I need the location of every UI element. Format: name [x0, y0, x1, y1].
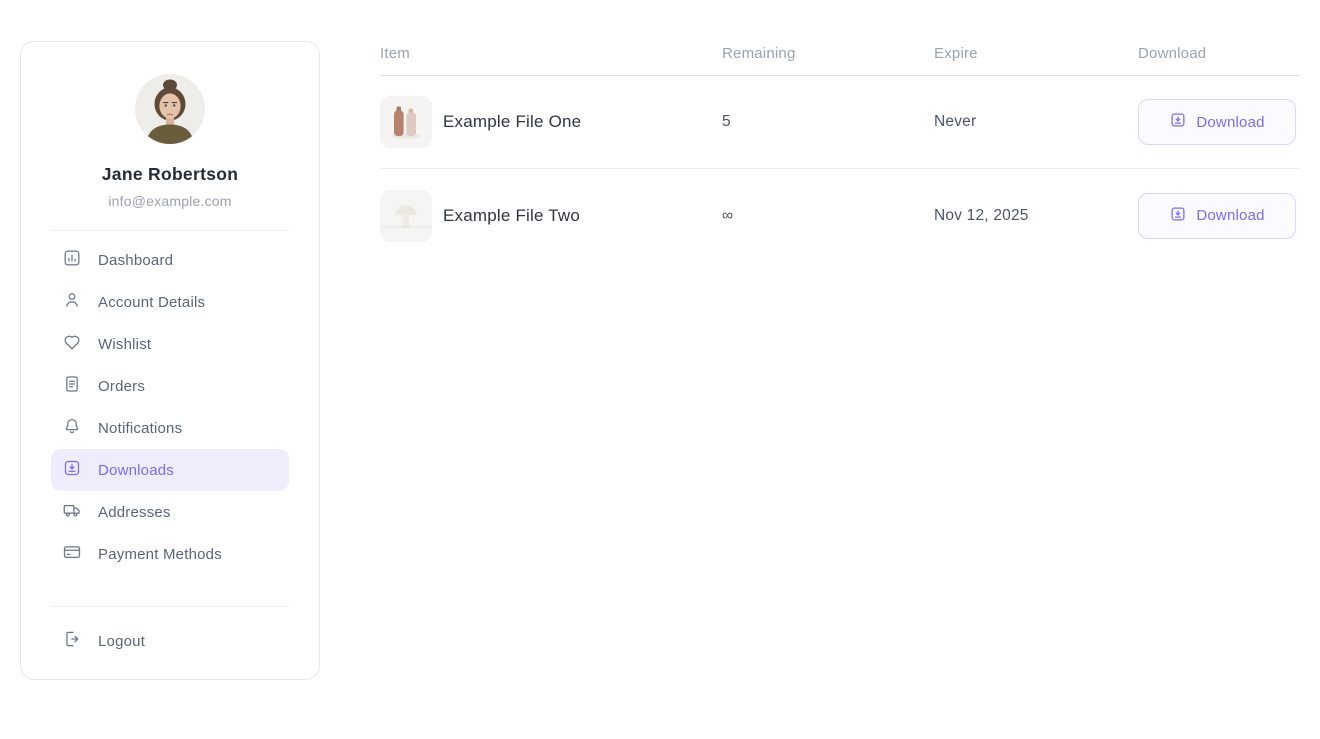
heart-icon	[62, 332, 82, 356]
bell-icon	[62, 416, 82, 440]
logout-button[interactable]: Logout	[51, 620, 289, 662]
sidebar-item-label: Notifications	[98, 420, 182, 437]
sidebar-item-dashboard[interactable]: Dashboard	[51, 239, 289, 281]
sidebar-item-label: Payment Methods	[98, 546, 222, 563]
credit-card-icon	[62, 542, 82, 566]
sidebar-item-downloads[interactable]: Downloads	[51, 449, 289, 491]
sidebar-item-wishlist[interactable]: Wishlist	[51, 323, 289, 365]
download-button-label: Download	[1196, 207, 1264, 224]
logout-icon	[62, 629, 82, 653]
expire-value: Nov 12, 2025	[934, 207, 1138, 225]
column-header-remaining: Remaining	[722, 45, 934, 62]
column-header-item: Item	[380, 45, 722, 62]
truck-icon	[62, 500, 82, 524]
sidebar-item-label: Addresses	[98, 504, 171, 521]
remaining-value: 5	[722, 113, 731, 130]
downloads-panel: Item Remaining Expire Download Example F…	[380, 0, 1300, 262]
item-cell: Example File One	[380, 96, 722, 148]
expire-value: Never	[934, 113, 1138, 131]
sidebar-item-label: Dashboard	[98, 252, 173, 269]
item-cell: Example File Two	[380, 190, 722, 242]
download-icon	[62, 458, 82, 482]
remaining-value: ∞	[722, 207, 733, 224]
sidebar-item-account-details[interactable]: Account Details	[51, 281, 289, 323]
sidebar-item-label: Downloads	[98, 462, 174, 479]
sidebar-item-label: Wishlist	[98, 336, 151, 353]
download-icon	[1169, 205, 1187, 227]
user-email: info@example.com	[51, 193, 289, 209]
user-name: Jane Robertson	[51, 164, 289, 185]
column-header-download: Download	[1138, 45, 1300, 62]
product-thumbnail-lamp	[380, 190, 432, 242]
sidebar-item-label: Orders	[98, 378, 145, 395]
table-header-row: Item Remaining Expire Download	[380, 0, 1300, 76]
sidebar-nav: Dashboard Account Details Wishlist	[51, 239, 289, 575]
logout-label: Logout	[98, 633, 145, 650]
download-icon	[1169, 111, 1187, 133]
sidebar-item-payment-methods[interactable]: Payment Methods	[51, 533, 289, 575]
table-row: Example File One 5 Never Download	[380, 76, 1300, 169]
user-icon	[62, 290, 82, 314]
item-title: Example File One	[443, 112, 581, 132]
download-button-label: Download	[1196, 114, 1264, 131]
sidebar-item-notifications[interactable]: Notifications	[51, 407, 289, 449]
account-sidebar: Jane Robertson info@example.com Dashboar…	[20, 41, 320, 680]
column-header-expire: Expire	[934, 45, 1138, 62]
document-icon	[62, 374, 82, 398]
divider	[51, 230, 289, 231]
avatar	[135, 74, 205, 144]
sidebar-item-addresses[interactable]: Addresses	[51, 491, 289, 533]
divider	[51, 606, 289, 607]
dashboard-icon	[62, 248, 82, 272]
sidebar-item-label: Account Details	[98, 294, 205, 311]
product-thumbnail-bottles	[380, 96, 432, 148]
download-button[interactable]: Download	[1138, 99, 1296, 145]
download-button[interactable]: Download	[1138, 193, 1296, 239]
table-row: Example File Two ∞ Nov 12, 2025 Download	[380, 169, 1300, 262]
item-title: Example File Two	[443, 206, 580, 226]
sidebar-item-orders[interactable]: Orders	[51, 365, 289, 407]
